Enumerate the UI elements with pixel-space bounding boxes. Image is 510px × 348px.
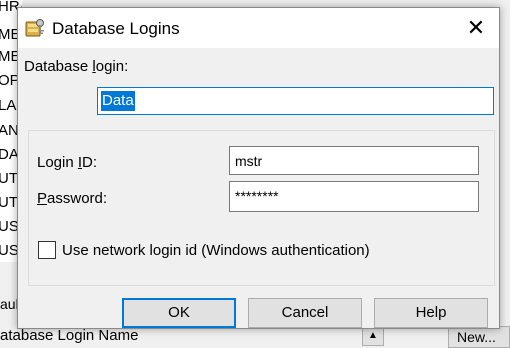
close-button[interactable]: ✕ (453, 8, 499, 48)
network-login-checkbox[interactable] (38, 241, 56, 259)
help-button[interactable]: Help (374, 298, 488, 328)
background-column-header: atabase Login Name (0, 327, 139, 344)
database-logins-dialog: Database Logins ✕ Database login: Data L… (17, 7, 500, 329)
list-item[interactable]: UT (0, 170, 18, 188)
database-logins-icon (24, 18, 46, 38)
background-scroll-up-button[interactable]: ▲ (362, 326, 384, 346)
cancel-button[interactable]: Cancel (248, 298, 362, 328)
login-id-field[interactable]: mstr (229, 146, 479, 175)
database-login-value: Data (101, 91, 135, 111)
background-default-label: aul (0, 296, 19, 312)
background-new-button[interactable]: New... (448, 326, 510, 348)
login-id-label: Login ID: (37, 154, 98, 171)
list-item[interactable]: UT (0, 194, 18, 212)
ok-button[interactable]: OK (122, 298, 236, 328)
password-label: Password: (37, 190, 108, 207)
title-bar[interactable]: Database Logins ✕ (18, 8, 499, 48)
database-login-field[interactable]: Data (97, 87, 494, 115)
network-login-checkbox-label[interactable]: Use network login id (Windows authentica… (62, 242, 370, 259)
database-login-label: Database login: (24, 58, 129, 75)
close-icon: ✕ (466, 15, 486, 40)
password-field[interactable]: ******** (229, 181, 479, 212)
dialog-title: Database Logins (52, 19, 180, 38)
list-item[interactable]: LA (0, 97, 16, 115)
